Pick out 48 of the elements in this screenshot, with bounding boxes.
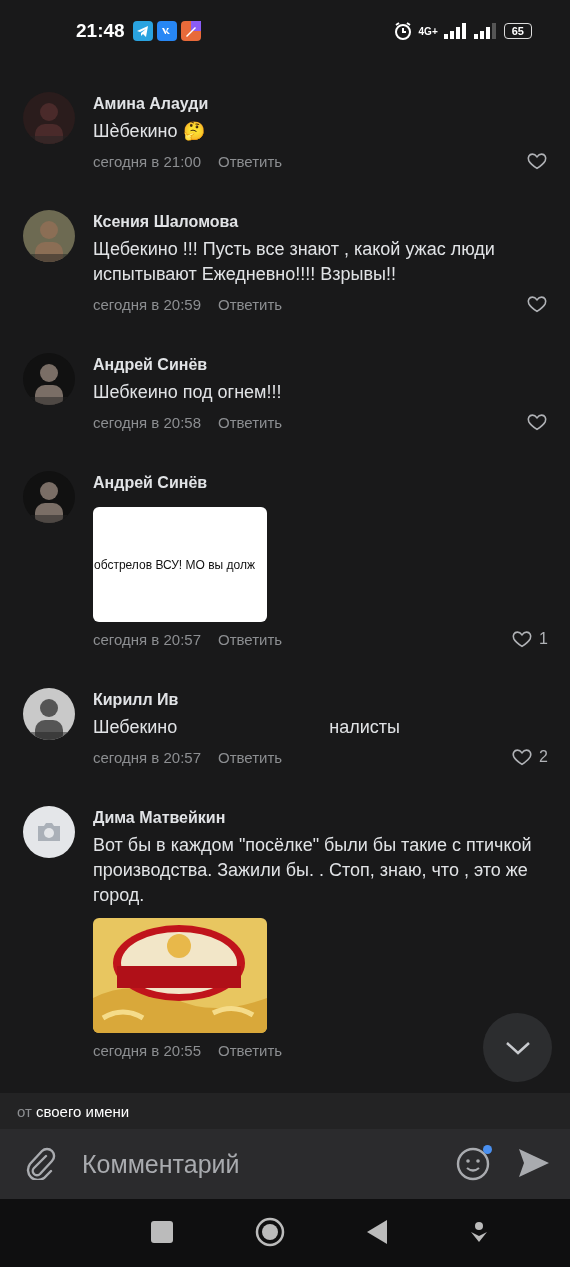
network-type: 4G+ (418, 25, 438, 37)
clock: 21:48 (76, 20, 125, 42)
author-name[interactable]: Амина Алауди (93, 93, 548, 115)
reply-link[interactable]: Ответить (218, 1041, 283, 1059)
comment-text: налисты (329, 716, 400, 739)
comment-text: Вот бы в каждом "посёлке" были бы такие с птичкой производства. Зажили бы. . Стоп, знаю, что , это же город. (93, 834, 533, 907)
app-icon (180, 21, 201, 41)
attach-icon[interactable] (24, 1145, 56, 1183)
like-button[interactable] (526, 150, 548, 172)
comment-time: сегодня в 20:55 (93, 1041, 201, 1059)
comment-bar[interactable]: Комментарий (0, 1129, 570, 1199)
author-name[interactable]: Андрей Синёв (93, 472, 548, 494)
recents-button[interactable] (151, 1220, 173, 1246)
reply-link[interactable]: Ответить (218, 413, 283, 431)
battery-level: 65 (503, 23, 532, 39)
reply-link[interactable]: Ответить (218, 748, 283, 766)
attachment-text: обстрелов ВСУ! МО вы долж (94, 557, 255, 572)
author-selector[interactable]: своего имени (35, 1102, 130, 1120)
signal-icon (443, 23, 468, 39)
reply-link[interactable]: Ответить (218, 630, 283, 648)
comment-text: Шебекино (93, 716, 178, 739)
author-name[interactable]: Андрей Синёв (93, 354, 548, 376)
comment-time: сегодня в 20:57 (93, 630, 201, 648)
back-button[interactable] (367, 1219, 387, 1247)
like-button[interactable] (526, 411, 548, 433)
alarm-icon (392, 21, 413, 41)
author-name[interactable]: Дима Матвейкин (93, 807, 548, 829)
comment-text: Шебкеино под огнем!!! (93, 381, 282, 404)
like-button[interactable]: 1 (511, 628, 548, 650)
comment-time: сегодня в 20:58 (93, 413, 201, 431)
comment-text: Щебекино !!! Пусть все знают , какой ужас люди испытывают Ежедневно!!!! Взрывы!! (93, 238, 496, 286)
reply-link[interactable]: Ответить (218, 152, 283, 170)
image-attachment[interactable]: обстрелов ВСУ! МО вы долж (93, 507, 267, 622)
app-icon (156, 21, 177, 41)
comment-time: сегодня в 20:59 (93, 295, 201, 313)
author-name[interactable]: Кирилл Ив (93, 689, 548, 711)
camera-avatar-icon (23, 806, 75, 858)
reply-link[interactable]: Ответить (218, 295, 283, 313)
comment-time: сегодня в 20:57 (93, 748, 201, 766)
paper-plane-icon (132, 21, 153, 41)
from-label: от (17, 1102, 32, 1120)
comment-input[interactable]: Комментарий (80, 1148, 456, 1180)
comment-time: сегодня в 21:00 (93, 152, 201, 170)
like-button[interactable] (526, 293, 548, 315)
like-button[interactable]: 2 (511, 746, 548, 768)
author-name[interactable]: Ксения Шаломова (93, 211, 548, 233)
comment-text: Шѐбекино 🤔 (93, 120, 205, 143)
signal-icon (473, 23, 498, 39)
